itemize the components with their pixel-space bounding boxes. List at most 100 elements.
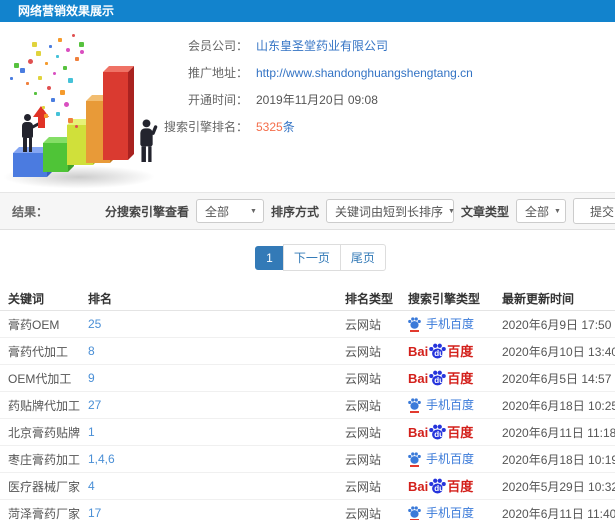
baidu-logo-du: du [434, 484, 445, 493]
rank-link[interactable]: 25 [88, 317, 101, 331]
rank-cell: 25 [88, 310, 345, 338]
article-type-selected-value: 全部 [525, 204, 550, 219]
last-page-button[interactable]: 尾页 [339, 244, 386, 271]
engine-view-selected-value: 全部 [204, 204, 229, 219]
submit-button[interactable]: 提交 [573, 198, 615, 224]
red-underline-bar [410, 410, 419, 413]
rank-link[interactable]: 4 [88, 479, 95, 493]
baidu-logo: Bai du 百度 [408, 370, 473, 386]
keyword-cell: 北京膏药贴牌 [0, 418, 88, 446]
mobile-baidu-badge[interactable]: 手机百度 [408, 451, 475, 467]
updated-time-cell: 2020年6月11日 11:40 [502, 499, 615, 520]
rank-link[interactable]: 9 [88, 371, 95, 385]
rank-cell: 17 [88, 499, 345, 520]
keyword-cell: 药贴牌代加工 [0, 391, 88, 419]
updated-time-cell: 2020年6月10日 13:40 [502, 337, 615, 365]
col-header-rank: 排名 [88, 286, 345, 311]
rank-link[interactable]: 17 [88, 506, 101, 520]
article-type-label: 文章类型 [460, 204, 509, 219]
rank-link[interactable]: 8 [88, 344, 95, 358]
businessman-figure-left [22, 114, 41, 152]
rank-link[interactable]: 27 [88, 398, 101, 412]
table-row: 枣庄膏药加工 1,4,6 云网站 手机百度 2020年6月18日 10:19 [0, 445, 615, 473]
page: 网络营销效果展示 会员公司： 山东皇圣堂药业有限公司 推广地址： http://… [0, 0, 615, 520]
article-type-select[interactable]: 全部 ▼ [516, 199, 566, 223]
company-label: 会员公司： [187, 39, 248, 53]
engine-label: 手机百度 [426, 506, 475, 520]
promotion-url-link[interactable]: http://www.shandonghuangshengtang.cn [256, 66, 473, 80]
baidu-logo-cn: 百度 [447, 370, 474, 386]
baidu-paw-icon: du [429, 478, 447, 494]
rank-link[interactable]: 1,4,6 [88, 452, 115, 466]
rank-cell: 27 [88, 391, 345, 419]
table-row: 药贴牌代加工 27 云网站 手机百度 2020年6月18日 10:25 [0, 391, 615, 419]
chevron-down-icon: ▼ [250, 207, 257, 215]
results-table-header: 关键词 排名 排名类型 搜索引擎类型 最新更新时间 [0, 286, 615, 311]
engine-view-select[interactable]: 全部 ▼ [195, 199, 264, 223]
chevron-down-icon: ▼ [448, 207, 455, 215]
results-table: 关键词 排名 排名类型 搜索引擎类型 最新更新时间 膏药OEM 25 云网站 手机百度… [0, 286, 615, 520]
rank-cell: 9 [88, 364, 345, 392]
baidu-logo-cn: 百度 [447, 478, 474, 494]
search-engine-cell: Bai du 百度 [404, 418, 502, 446]
baidu-logo-bai: Bai [408, 478, 429, 494]
sort-select[interactable]: 关键词由短到长排序 ▼ [325, 199, 455, 223]
baidu-logo: Bai du 百度 [408, 478, 473, 494]
mobile-baidu-badge[interactable]: 手机百度 [408, 505, 475, 520]
table-row: 医疗器械厂家 4 云网站 Bai du 百度 2020年5月29日 10:32 [0, 472, 615, 500]
baidu-logo-du: du [434, 376, 445, 385]
updated-time-cell: 2020年5月29日 10:32 [502, 472, 615, 500]
baidu-logo-du: du [434, 430, 445, 439]
search-engine-cell: Bai du 百度 [404, 337, 502, 365]
engine-rank-count: 5325 [256, 120, 283, 134]
rank-type-cell: 云网站 [345, 310, 404, 338]
pagination: 1 下一页 尾页 [0, 244, 615, 271]
baidu-paw-icon [408, 451, 421, 467]
filter-bar: 结果： 分搜索引擎查看 全部 ▼ 排序方式 关键词由短到长排序 ▼ 文章类型 全… [0, 192, 615, 230]
sort-selected-value: 关键词由短到长排序 [334, 204, 443, 219]
mobile-baidu-badge[interactable]: 手机百度 [408, 397, 474, 413]
chart-bar-red [103, 72, 128, 160]
baidu-logo-bai: Bai [408, 343, 429, 359]
engine-rank-unit-link[interactable]: 条 [283, 120, 295, 134]
search-engine-cell: 手机百度 [404, 445, 502, 473]
rank-cell: 1 [88, 418, 345, 446]
mobile-baidu-badge[interactable]: 手机百度 [408, 316, 474, 332]
col-header-rank-type: 排名类型 [345, 286, 404, 311]
baidu-paw-icon: du [429, 343, 447, 359]
next-page-button[interactable]: 下一页 [282, 244, 341, 271]
open-time-value: 2019年11月20日 09:08 [256, 93, 378, 107]
baidu-paw-icon: du [429, 424, 447, 440]
rank-cell: 1,4,6 [88, 445, 345, 473]
engine-rank-row: 搜索引擎排名： 5325条 [150, 113, 473, 140]
engine-label: 手机百度 [426, 452, 475, 466]
keyword-cell: 医疗器械厂家 [0, 472, 88, 500]
info-panel: 会员公司： 山东皇圣堂药业有限公司 推广地址： http://www.shand… [150, 32, 473, 140]
updated-time-cell: 2020年6月9日 17:50 [502, 310, 615, 338]
page-1-button[interactable]: 1 [255, 246, 284, 270]
keyword-cell: 枣庄膏药加工 [0, 445, 88, 473]
filter-controls: 分搜索引擎查看 全部 ▼ 排序方式 关键词由短到长排序 ▼ 文章类型 全部 ▼ … [105, 193, 615, 229]
rank-type-cell: 云网站 [345, 418, 404, 446]
rank-type-cell: 云网站 [345, 499, 404, 520]
growth-arrow-icon [33, 106, 49, 128]
search-engine-cell: 手机百度 [404, 499, 502, 520]
businessman-figure-right [140, 119, 158, 162]
titlebar: 网络营销效果展示 [0, 0, 615, 22]
company-row: 会员公司： 山东皇圣堂药业有限公司 [150, 32, 473, 59]
keyword-cell: 膏药OEM [0, 310, 88, 338]
rank-type-cell: 云网站 [345, 391, 404, 419]
engine-rank-label: 搜索引擎排名： [163, 120, 248, 134]
baidu-logo-bai: Bai [408, 424, 429, 440]
rank-link[interactable]: 1 [88, 425, 95, 439]
table-row: 膏药OEM 25 云网站 手机百度 2020年6月9日 17:50 [0, 310, 615, 338]
red-underline-bar [410, 464, 419, 467]
chart-bar-blue [13, 153, 47, 177]
red-underline-bar [410, 329, 419, 332]
table-row: 膏药代加工 8 云网站 Bai du 百度 2020年6月10日 13:40 [0, 337, 615, 365]
chevron-down-icon: ▼ [554, 207, 561, 215]
table-row: 北京膏药贴牌 1 云网站 Bai du 百度 2020年6月11日 11:18 [0, 418, 615, 446]
company-link[interactable]: 山东皇圣堂药业有限公司 [256, 39, 388, 53]
search-engine-cell: 手机百度 [404, 310, 502, 338]
updated-time-cell: 2020年6月18日 10:25 [502, 391, 615, 419]
